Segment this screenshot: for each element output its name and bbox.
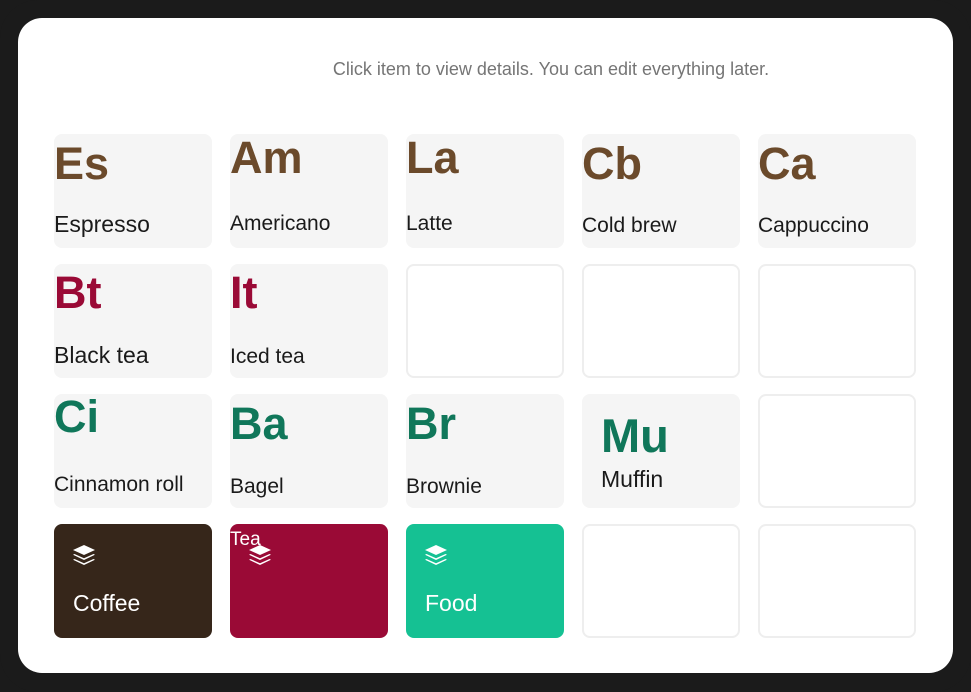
item-tile-americano[interactable]: Am Americano	[230, 134, 388, 248]
item-tile-cinnamon-roll[interactable]: Ci Cinnamon roll	[54, 394, 212, 508]
layers-icon	[425, 545, 447, 565]
item-tile-cold-brew[interactable]: Cb Cold brew	[582, 134, 740, 248]
category-tile-tea[interactable]: Tea	[230, 524, 388, 638]
empty-slot[interactable]	[758, 394, 916, 508]
item-name: Iced tea	[230, 345, 305, 368]
item-name: Brownie	[406, 475, 482, 498]
item-tile-muffin[interactable]: Mu Muffin	[582, 394, 740, 508]
instruction-text: Click item to view details. You can edit…	[332, 59, 770, 79]
item-tile-iced-tea[interactable]: It Iced tea	[230, 264, 388, 378]
item-name: Cappuccino	[758, 214, 869, 237]
empty-slot[interactable]	[758, 264, 916, 378]
category-label: Food	[425, 590, 478, 616]
category-tile-food[interactable]: Food	[406, 524, 564, 638]
item-abbr: Mu	[601, 409, 669, 462]
empty-slot[interactable]	[582, 264, 740, 378]
item-tile-brownie[interactable]: Br Brownie	[406, 394, 564, 508]
empty-slot[interactable]	[406, 264, 564, 378]
item-name: Bagel	[230, 475, 284, 498]
category-label: Coffee	[73, 590, 141, 616]
item-name: Black tea	[54, 342, 149, 368]
item-name: Espresso	[54, 211, 150, 237]
item-name: Americano	[230, 212, 331, 235]
item-grid: Es Espresso Am Americano La Latte Cb Col…	[54, 134, 916, 638]
item-tile-latte[interactable]: La Latte	[406, 134, 564, 248]
item-tile-cappuccino[interactable]: Ca Cappuccino	[758, 134, 916, 248]
item-name: Cinnamon roll	[54, 473, 184, 496]
item-abbr: Ba	[230, 398, 288, 449]
item-abbr: Ca	[758, 138, 816, 189]
item-abbr: Cb	[582, 138, 642, 189]
empty-slot[interactable]	[758, 524, 916, 638]
item-abbr: Bt	[54, 267, 102, 318]
empty-slot[interactable]	[582, 524, 740, 638]
screen: Click item to view details. You can edit…	[18, 18, 953, 673]
item-abbr: Br	[406, 398, 457, 449]
item-tile-espresso[interactable]: Es Espresso	[54, 134, 212, 248]
category-label: Tea	[230, 529, 261, 550]
item-abbr: Am	[230, 132, 303, 183]
tablet-frame: Click item to view details. You can edit…	[0, 0, 971, 692]
item-abbr: Es	[54, 138, 110, 189]
item-tile-black-tea[interactable]: Bt Black tea	[54, 264, 212, 378]
item-name: Cold brew	[582, 214, 677, 237]
item-abbr: Ci	[54, 391, 99, 442]
layers-icon	[73, 545, 95, 565]
item-name: Muffin	[601, 466, 664, 492]
item-abbr: It	[230, 267, 258, 318]
item-tile-bagel[interactable]: Ba Bagel	[230, 394, 388, 508]
category-tile-coffee[interactable]: Coffee	[54, 524, 212, 638]
item-abbr: La	[406, 132, 459, 183]
item-name: Latte	[406, 212, 453, 235]
